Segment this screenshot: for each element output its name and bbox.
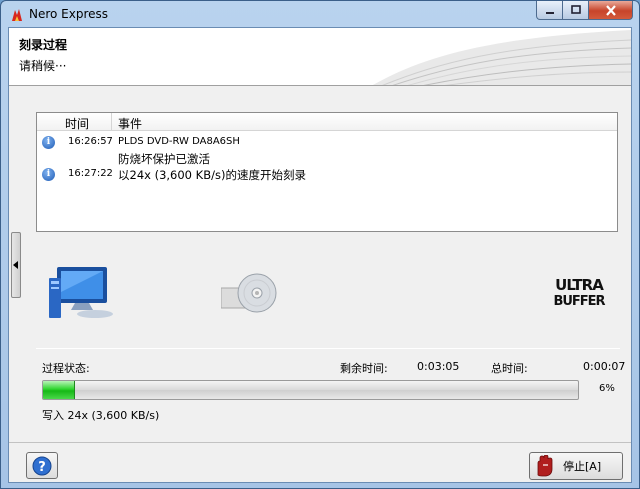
wizard-page: 刻录过程 请稍候··· 时间 事件 i 16:26:57 PLDS DVD-RW… [8, 27, 632, 483]
log-event: 以24x (3,600 KB/s)的速度开始刻录 [118, 168, 306, 182]
event-log-table[interactable]: 时间 事件 i 16:26:57 PLDS DVD-RW DA8A6SH 防烧坏… [36, 112, 618, 232]
window-controls [536, 1, 633, 21]
progress-fill [43, 381, 76, 399]
info-icon: i [42, 168, 55, 181]
remaining-time-label: 剩余时间: [340, 362, 388, 375]
column-header-time[interactable]: 时间 [65, 115, 89, 132]
minimize-button[interactable] [536, 1, 563, 20]
page-subtitle: 请稍候··· [19, 59, 67, 73]
computer-icon [49, 267, 113, 318]
help-button[interactable]: ? [26, 452, 58, 479]
ultra-buffer-logo: ULTRA BUFFER [553, 276, 606, 308]
remaining-time-value: 0:03:05 [417, 360, 460, 373]
collapse-panel-tab[interactable] [11, 232, 21, 298]
total-time-label: 总时间: [491, 362, 528, 375]
svg-text:ULTRA: ULTRA [555, 276, 604, 294]
log-header: 时间 事件 [37, 113, 617, 131]
minimize-icon [545, 12, 554, 14]
write-speed-text: 写入 24x (3,600 KB/s) [42, 409, 160, 422]
total-time-value: 0:00:07 [583, 360, 626, 373]
process-status-label: 过程状态: [42, 362, 90, 375]
burn-progress-bar [42, 380, 579, 400]
log-time: 16:27:22 [68, 168, 113, 179]
footer-bar: ? 停止[A] [9, 442, 631, 482]
title-bar[interactable]: Nero Express [1, 1, 639, 27]
help-question-icon: ? [32, 456, 52, 475]
page-header: 刻录过程 请稍候··· [9, 28, 631, 86]
close-icon [605, 4, 616, 16]
disc-drive-icon [221, 273, 277, 313]
separator [36, 348, 620, 349]
stop-hand-icon [537, 455, 553, 477]
header-swoosh-graphic [372, 30, 631, 85]
log-event: 防烧坏保护已激活 [118, 152, 210, 166]
window-title: Nero Express [29, 7, 109, 21]
svg-text:?: ? [38, 460, 46, 475]
page-title: 刻录过程 [19, 38, 68, 52]
nero-express-window: Nero Express 刻录过程 请稍候··· 时间 事件 i 16:26:5… [0, 0, 640, 489]
stop-button-label: 停止[A] [563, 460, 602, 473]
stop-button[interactable]: 停止[A] [529, 452, 623, 480]
info-icon: i [42, 136, 55, 149]
column-header-event[interactable]: 事件 [118, 115, 142, 132]
maximize-button[interactable] [563, 1, 589, 20]
progress-percent: 6% [599, 383, 615, 394]
close-button[interactable] [589, 1, 633, 20]
maximize-icon [570, 5, 581, 14]
svg-text:BUFFER: BUFFER [553, 294, 605, 308]
nero-flame-icon [12, 9, 22, 21]
log-event: PLDS DVD-RW DA8A6SH [118, 136, 240, 147]
arrow-left-icon [13, 261, 18, 269]
column-divider[interactable] [111, 113, 112, 131]
log-time: 16:26:57 [68, 136, 113, 147]
